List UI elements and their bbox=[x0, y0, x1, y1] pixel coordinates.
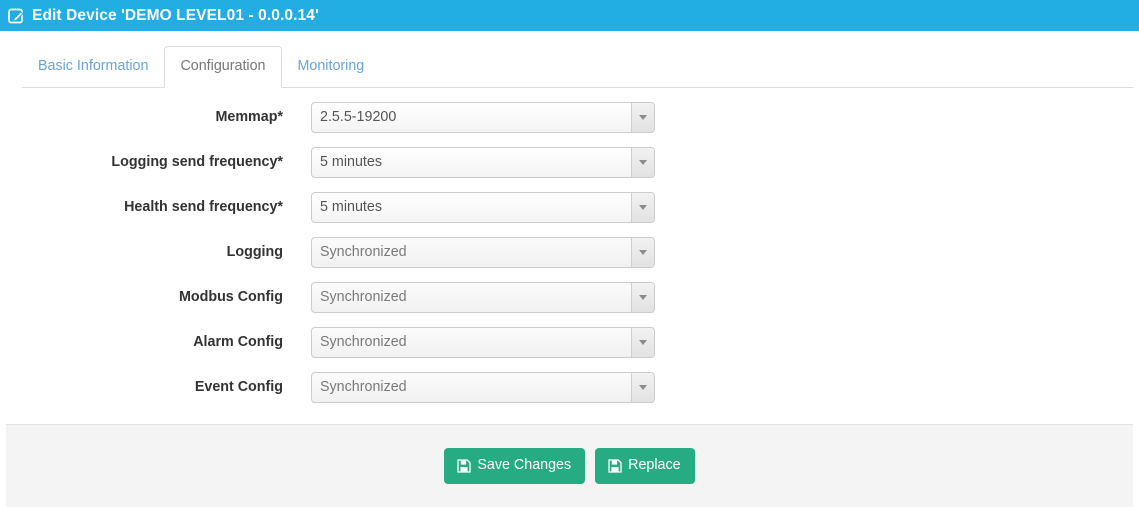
tab-monitoring[interactable]: Monitoring bbox=[282, 46, 381, 88]
form-row-modbus-config: Modbus Config Synchronized bbox=[0, 282, 1139, 313]
select-logging-send-frequency[interactable]: 5 minutes bbox=[311, 147, 655, 178]
replace-label: Replace bbox=[628, 457, 681, 473]
tab-basic-information[interactable]: Basic Information bbox=[22, 46, 164, 88]
form-footer: Save Changes Replace bbox=[6, 424, 1133, 507]
form-row-health-send-frequency: Health send frequency* 5 minutes bbox=[0, 192, 1139, 223]
label-event-config: Event Config bbox=[194, 379, 283, 395]
select-modbus-config-value: Synchronized bbox=[320, 289, 407, 305]
label-logging: Logging bbox=[226, 244, 283, 260]
save-changes-label: Save Changes bbox=[477, 457, 572, 473]
chevron-down-icon[interactable] bbox=[631, 283, 654, 312]
label-alarm-config: Alarm Config bbox=[193, 334, 283, 350]
select-modbus-config[interactable]: Synchronized bbox=[311, 282, 655, 313]
chevron-down-icon[interactable] bbox=[631, 373, 654, 402]
select-event-config[interactable]: Synchronized bbox=[311, 372, 655, 403]
floppy-save-icon bbox=[608, 458, 622, 473]
select-health-send-frequency[interactable]: 5 minutes bbox=[311, 192, 655, 223]
select-alarm-config[interactable]: Synchronized bbox=[311, 327, 655, 358]
select-logging[interactable]: Synchronized bbox=[311, 237, 655, 268]
form-row-event-config: Event Config Synchronized bbox=[0, 372, 1139, 403]
label-modbus-config: Modbus Config bbox=[178, 289, 283, 305]
chevron-down-icon[interactable] bbox=[631, 238, 654, 267]
form-row-alarm-config: Alarm Config Synchronized bbox=[0, 327, 1139, 358]
select-logging-send-frequency-value: 5 minutes bbox=[320, 154, 382, 170]
floppy-save-icon bbox=[457, 458, 472, 473]
configuration-form: Memmap* 2.5.5-19200 Logging send frequen… bbox=[0, 88, 1139, 403]
form-row-memmap: Memmap* 2.5.5-19200 bbox=[0, 102, 1139, 133]
select-health-send-frequency-value: 5 minutes bbox=[320, 199, 382, 215]
chevron-down-icon[interactable] bbox=[631, 328, 654, 357]
select-alarm-config-value: Synchronized bbox=[320, 334, 407, 350]
label-logging-send-frequency: Logging send frequency* bbox=[111, 154, 283, 170]
chevron-down-icon[interactable] bbox=[631, 193, 654, 222]
save-changes-button[interactable]: Save Changes bbox=[444, 448, 586, 484]
replace-button[interactable]: Replace bbox=[595, 448, 695, 484]
window-titlebar: Edit Device 'DEMO LEVEL01 - 0.0.0.14' bbox=[0, 0, 1139, 31]
page-title: Edit Device 'DEMO LEVEL01 - 0.0.0.14' bbox=[32, 6, 319, 24]
label-memmap: Memmap* bbox=[215, 109, 283, 125]
chevron-down-icon[interactable] bbox=[631, 148, 654, 177]
form-row-logging: Logging Synchronized bbox=[0, 237, 1139, 268]
chevron-down-icon[interactable] bbox=[631, 103, 654, 132]
form-row-logging-send-frequency: Logging send frequency* 5 minutes bbox=[0, 147, 1139, 178]
select-logging-value: Synchronized bbox=[320, 244, 407, 260]
tab-bar: Basic Information Configuration Monitori… bbox=[0, 31, 1139, 88]
tab-configuration[interactable]: Configuration bbox=[164, 46, 282, 88]
edit-square-pencil-icon bbox=[8, 7, 25, 24]
select-event-config-value: Synchronized bbox=[320, 379, 407, 395]
select-memmap-value: 2.5.5-19200 bbox=[320, 109, 397, 125]
select-memmap[interactable]: 2.5.5-19200 bbox=[311, 102, 655, 133]
label-health-send-frequency: Health send frequency* bbox=[124, 199, 283, 215]
